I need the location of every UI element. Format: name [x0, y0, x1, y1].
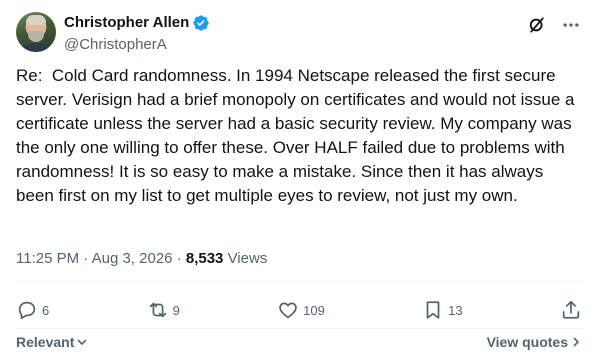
- grok-icon[interactable]: [526, 14, 548, 36]
- avatar-shirt: [18, 44, 54, 52]
- bookmark-count: 13: [448, 302, 463, 318]
- post-text: Re: Cold Card randomness. In 1994 Netsca…: [16, 66, 580, 205]
- verified-badge-icon: [192, 14, 210, 32]
- divider-bottom: [16, 328, 582, 329]
- divider: [16, 281, 582, 282]
- share-icon: [562, 300, 580, 319]
- sort-label: Relevant: [16, 334, 75, 350]
- post-meta: 11:25 PM · Aug 3, 2026 · 8,533 Views: [16, 249, 267, 269]
- chevron-down-icon: [78, 339, 87, 345]
- post-header: Christopher Allen @ChristopherA: [16, 12, 582, 56]
- post-time[interactable]: 11:25 PM: [16, 250, 79, 267]
- reply-count: 6: [42, 302, 50, 318]
- avatar-beard: [28, 31, 44, 42]
- view-quotes-link[interactable]: View quotes: [487, 334, 582, 350]
- share-button[interactable]: [560, 299, 582, 321]
- header-actions: [514, 14, 582, 36]
- reply-button[interactable]: 6: [16, 299, 49, 321]
- more-icon[interactable]: [560, 14, 582, 36]
- avatar-hair: [26, 15, 46, 25]
- author-handle[interactable]: @ChristopherA: [64, 35, 210, 55]
- bookmark-icon: [426, 301, 440, 319]
- meta-separator: ·: [83, 250, 89, 267]
- chevron-right-icon: [573, 337, 579, 347]
- view-quotes-label: View quotes: [486, 334, 568, 350]
- views-label: Views: [227, 250, 268, 267]
- like-button[interactable]: 109: [277, 299, 325, 321]
- action-bar: 6 9 109 13: [16, 296, 582, 324]
- post-date[interactable]: Aug 3, 2026: [92, 250, 173, 267]
- repost-icon: [149, 302, 166, 318]
- author-info: Christopher Allen @ChristopherA: [64, 13, 210, 55]
- heart-icon: [279, 302, 297, 319]
- repost-button[interactable]: 9: [147, 299, 180, 321]
- views-count[interactable]: 8,533: [186, 250, 224, 267]
- sort-dropdown[interactable]: Relevant: [16, 334, 88, 350]
- repost-count: 9: [172, 302, 180, 318]
- replies-footer: Relevant View quotes: [16, 331, 582, 353]
- avatar[interactable]: [16, 12, 56, 52]
- bookmark-button[interactable]: 13: [422, 299, 463, 321]
- author-display-name[interactable]: Christopher Allen: [64, 13, 189, 33]
- reply-icon: [18, 301, 36, 320]
- author-name-row: Christopher Allen: [64, 13, 210, 33]
- meta-separator-2: ·: [176, 250, 182, 267]
- like-count: 109: [303, 302, 325, 318]
